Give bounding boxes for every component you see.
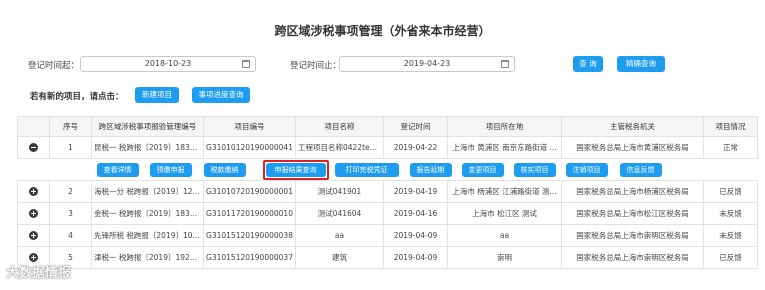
- cell-seq: 2: [49, 180, 92, 203]
- expand-icon[interactable]: [29, 187, 38, 197]
- start-date-label: 登记时间起：: [28, 61, 80, 71]
- header-status: 项目情况: [703, 116, 758, 137]
- header-mgmt-no: 跨区域涉税事项报验管理编号: [91, 116, 204, 137]
- cell-location: 崇明: [447, 246, 562, 269]
- new-item-prompt: 若有新的项目，请点击：: [30, 92, 124, 102]
- cell-mgmt-no: 昆税一 税跨报〔2019〕1837...: [91, 136, 204, 159]
- cell-seq: 1: [49, 136, 92, 159]
- cell-date: 2019-04-09: [383, 224, 448, 247]
- cell-mgmt-no: 津税一 税跨报〔2019〕1921...: [91, 246, 204, 269]
- query-button[interactable]: 查 询: [573, 56, 603, 72]
- cell-seq: 3: [49, 202, 92, 225]
- cell-proj-name: 测试041901: [295, 180, 384, 203]
- start-date-field[interactable]: 2018-10-23: [80, 56, 256, 72]
- cancel-project-button[interactable]: 注销项目: [565, 162, 608, 177]
- cell-proj-no: G31011720190000010: [203, 202, 296, 225]
- cell-proj-no: G31015120190000038: [203, 224, 296, 247]
- collapse-icon[interactable]: [29, 143, 38, 153]
- cell-status: 未反馈: [703, 224, 758, 247]
- cell-authority: 国家税务总局上海市崇明区税务局: [561, 224, 704, 247]
- table-row[interactable]: 1 昆税一 税跨报〔2019〕1837... G3101012019000004…: [17, 136, 758, 159]
- project-table: 序号 跨区域涉税事项报验管理编号 项目编号 项目名称 登记时间 项目所在地 主管…: [17, 116, 758, 269]
- cell-proj-name: aa: [295, 224, 384, 247]
- report-extension-button[interactable]: 报告延期: [409, 162, 452, 177]
- calendar-icon[interactable]: [501, 60, 509, 68]
- info-feedback-button[interactable]: 信息反馈: [619, 162, 662, 177]
- new-project-button[interactable]: 新建项目: [135, 87, 179, 103]
- tax-payment-button[interactable]: 税款缴纳: [203, 162, 246, 177]
- cell-date: 2019-04-22: [383, 136, 448, 159]
- expand-icon[interactable]: [29, 231, 38, 241]
- cell-seq: 4: [49, 224, 92, 247]
- header-authority: 主管税务机关: [561, 116, 704, 137]
- header-date: 登记时间: [383, 116, 448, 137]
- cell-authority: 国家税务总局上海市杨浦区税务局: [561, 180, 704, 203]
- table-row[interactable]: 3 金税一 税跨报〔2019〕1838... G3101172019000001…: [17, 202, 758, 225]
- cell-date: 2019-04-09: [383, 246, 448, 269]
- cell-authority: 国家税务总局上海市崇明区税务局: [561, 246, 704, 269]
- row-actions: 查看详情 预缴申报 税款缴纳 申报结果查询 打印完税凭证 报告延期 变更项目 核…: [17, 158, 758, 181]
- cell-status: 已反馈: [703, 180, 758, 203]
- header-expand: [17, 116, 50, 137]
- expand-icon[interactable]: [29, 209, 38, 219]
- cell-location: 上海市 黄浦区 南京东路街道 ...: [447, 136, 562, 159]
- page-title: 跨区域涉税事项管理（外省来本市经营）: [274, 24, 491, 38]
- end-date-label: 登记时间止：: [290, 61, 342, 71]
- change-project-button[interactable]: 变更项目: [461, 162, 504, 177]
- cell-date: 2019-04-19: [383, 180, 448, 203]
- header-seq: 序号: [49, 116, 92, 137]
- cell-proj-name: 建筑: [295, 246, 384, 269]
- cell-status: 正常: [703, 136, 758, 159]
- cell-authority: 国家税务总局上海市松江区税务局: [561, 202, 704, 225]
- header-proj-no: 项目编号: [203, 116, 296, 137]
- table-row[interactable]: 2 海税一分 税跨报〔2019〕120... G3101072019000000…: [17, 180, 758, 203]
- cell-authority: 国家税务总局上海市黄浦区税务局: [561, 136, 704, 159]
- cell-proj-no: G31015120190000037: [203, 246, 296, 269]
- header-location: 项目所在地: [447, 116, 562, 137]
- prepay-declare-button[interactable]: 预缴申报: [149, 162, 192, 177]
- cell-date: 2019-04-16: [383, 202, 448, 225]
- table-row[interactable]: 4 先锋所税 税跨报〔2019〕100... G3101512019000003…: [17, 224, 758, 247]
- expand-icon[interactable]: [29, 253, 38, 263]
- cell-status: 未反馈: [703, 202, 758, 225]
- cell-mgmt-no: 先锋所税 税跨报〔2019〕100...: [91, 224, 204, 247]
- cell-proj-name: 测试041604: [295, 202, 384, 225]
- verify-project-button[interactable]: 核实项目: [513, 162, 556, 177]
- highlight-box: [262, 159, 329, 180]
- cell-mgmt-no: 金税一 税跨报〔2019〕1838...: [91, 202, 204, 225]
- cell-location: 上海市 杨浦区 江浦路街道 测...: [447, 180, 562, 203]
- watermark: 大数据情报: [6, 266, 72, 281]
- cell-location: 上海市 松江区 测试: [447, 202, 562, 225]
- cell-proj-no: G31010720190000001: [203, 180, 296, 203]
- end-date-value: 2019-04-23: [403, 59, 451, 68]
- end-date-field[interactable]: 2019-04-23: [339, 56, 515, 72]
- cell-mgmt-no: 海税一分 税跨报〔2019〕120...: [91, 180, 204, 203]
- header-proj-name: 项目名称: [295, 116, 384, 137]
- cell-proj-name: 工程项目名称0422test1: [295, 136, 384, 159]
- precise-query-button[interactable]: 精确查询: [617, 56, 665, 72]
- calendar-icon[interactable]: [242, 60, 250, 68]
- view-detail-button[interactable]: 查看详情: [96, 162, 139, 177]
- cell-status: 已反馈: [703, 246, 758, 269]
- cell-location: aa: [447, 224, 562, 247]
- progress-query-button[interactable]: 事项进度查询: [192, 87, 250, 103]
- table-header-row: 序号 跨区域涉税事项报验管理编号 项目编号 项目名称 登记时间 项目所在地 主管…: [17, 116, 758, 137]
- table-row[interactable]: 5 津税一 税跨报〔2019〕1921... G3101512019000003…: [17, 246, 758, 269]
- start-date-value: 2018-10-23: [144, 59, 192, 68]
- cell-proj-no: G31010120190000041: [203, 136, 296, 159]
- print-tax-certificate-button[interactable]: 打印完税凭证: [334, 162, 399, 177]
